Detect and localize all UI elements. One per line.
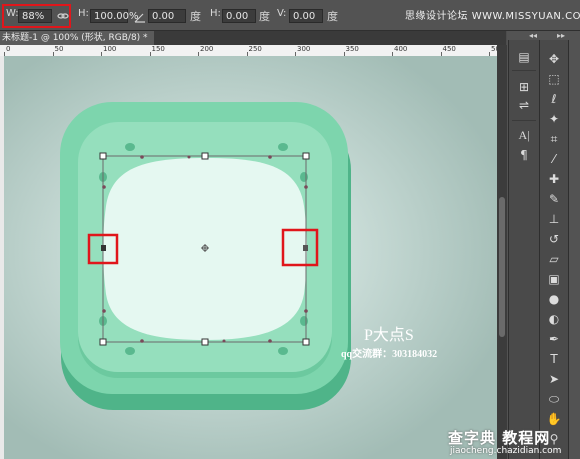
move-tool-icon[interactable]: ✥ <box>546 52 562 66</box>
angle-icon <box>134 8 146 23</box>
bottom-watermark-brand: 查字典 教程网 <box>448 429 551 447</box>
toolbox: ✥ ⬚ ℓ ✦ ⌗ ⁄ ✚ ✎ ⊥ ↺ ▱ ▣ ● ◐ ✒ T ➤ ⬭ ✋ ⚲ <box>540 40 569 459</box>
overlay-qq-group: qq交流群：303184032 <box>341 349 438 360</box>
clone-stamp-icon[interactable]: ⊥ <box>546 212 562 226</box>
v-skew-unit: 度 <box>327 10 338 23</box>
overlay-title: P大点S <box>364 327 414 344</box>
character-icon[interactable]: A| <box>516 128 532 142</box>
height-input[interactable]: 100.00% <box>90 9 139 23</box>
gradient-tool-icon[interactable]: ▣ <box>546 272 562 286</box>
document-tab[interactable]: 未标题-1 @ 100% (形状, RGB/8) * <box>0 31 154 45</box>
ruler-tick-label: 50 <box>54 45 64 53</box>
ruler-tick-label: 450 <box>442 45 456 53</box>
history-icon[interactable]: ▤ <box>516 50 532 64</box>
eraser-icon[interactable]: ▱ <box>546 252 562 266</box>
ruler-tick-label: 150 <box>151 45 165 53</box>
rotation-unit: 度 <box>190 10 201 23</box>
scrollbar-thumb[interactable] <box>499 197 505 337</box>
eyedropper-icon[interactable]: ⁄ <box>546 152 562 166</box>
ruler-tick-label: 400 <box>394 45 408 53</box>
crop-tool-icon[interactable]: ⌗ <box>546 132 562 146</box>
canvas[interactable]: P大点S qq交流群：303184032 <box>4 56 497 459</box>
healing-brush-icon[interactable]: ✚ <box>546 172 562 186</box>
ruler-tick-label: 100 <box>103 45 117 53</box>
brush-tool-icon[interactable]: ✎ <box>546 192 562 206</box>
ruler-tick-label: 300 <box>297 45 311 53</box>
site-watermark: 思缘设计论坛 WWW.MISSYUAN.COM <box>405 7 580 22</box>
photoshop-window: W: 88% H: 100.00% 0.00 度 H: 0.00 度 V: 0.… <box>0 0 580 459</box>
options-bar: W: 88% H: 100.00% 0.00 度 H: 0.00 度 V: 0.… <box>0 0 580 31</box>
h-skew-label: H: <box>210 8 221 19</box>
history-brush-icon[interactable]: ↺ <box>546 232 562 246</box>
properties-icon[interactable]: ⊞ <box>516 80 532 94</box>
left-side-handle <box>101 245 106 251</box>
panel-separator <box>512 70 536 71</box>
h-skew-input[interactable]: 0.00 <box>222 9 256 23</box>
height-label: H: <box>78 8 89 19</box>
magic-wand-icon[interactable]: ✦ <box>546 112 562 126</box>
ruler-tick-label: 200 <box>200 45 214 53</box>
ruler-tick-label: 350 <box>345 45 359 53</box>
h-skew-unit: 度 <box>259 10 270 23</box>
chain-link-icon[interactable] <box>57 7 69 21</box>
bottom-watermark: 查字典 教程网 jiaocheng.chazidian.com <box>448 427 580 459</box>
ruler-tick-label: 0 <box>6 45 11 53</box>
dodge-tool-icon[interactable]: ◐ <box>546 312 562 326</box>
bottom-watermark-url: jiaocheng.chazidian.com <box>450 446 562 456</box>
marquee-tool-icon[interactable]: ⬚ <box>546 72 562 86</box>
lasso-tool-icon[interactable]: ℓ <box>546 92 562 106</box>
right-side-handle <box>303 245 308 251</box>
adjust-icon[interactable]: ⇌ <box>516 98 532 112</box>
rotation-input[interactable]: 0.00 <box>148 9 186 23</box>
ellipse-tool-icon[interactable]: ⬭ <box>546 392 562 406</box>
site-watermark-cn: 思缘设计论坛 <box>405 11 468 22</box>
collapsed-panels: ▤ ⊞ ⇌ A| ¶ <box>508 40 540 459</box>
paragraph-icon[interactable]: ¶ <box>516 148 532 162</box>
collapse-panels-icon[interactable]: ◂◂ <box>529 31 537 40</box>
hand-tool-icon[interactable]: ✋ <box>546 412 562 426</box>
panel-separator <box>512 120 536 121</box>
collapse-tools-icon[interactable]: ▸▸ <box>557 31 565 40</box>
path-select-icon[interactable]: ➤ <box>546 372 562 386</box>
v-skew-input[interactable]: 0.00 <box>289 9 323 23</box>
v-skew-label: V: <box>277 8 287 19</box>
blur-tool-icon[interactable]: ● <box>546 292 562 306</box>
vertical-scrollbar[interactable] <box>497 45 507 459</box>
site-watermark-url: WWW.MISSYUAN.COM <box>471 11 580 22</box>
ruler-tick-label: 250 <box>248 45 262 53</box>
type-tool-icon[interactable]: T <box>546 352 562 366</box>
pen-tool-icon[interactable]: ✒ <box>546 332 562 346</box>
